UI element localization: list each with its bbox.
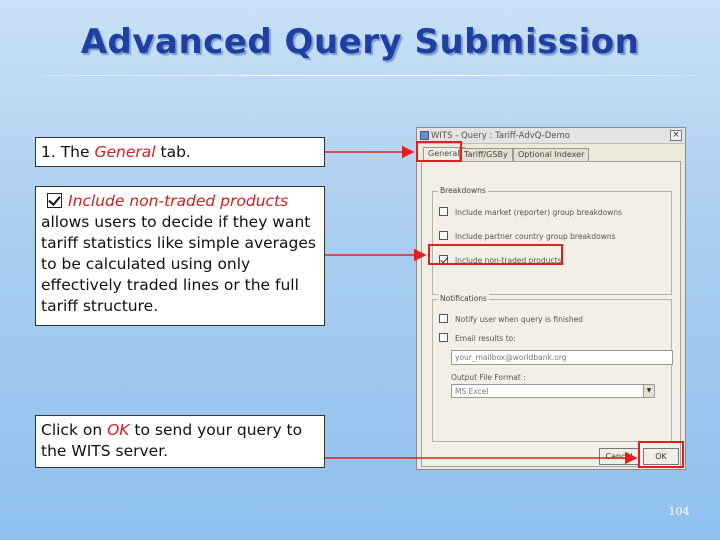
slide-title: Advanced Query Submission xyxy=(80,22,640,62)
callout-general-emphasis: General xyxy=(94,143,156,161)
callout-non-traded-heading: Include non-traded products xyxy=(41,191,319,212)
checkbox[interactable] xyxy=(439,333,448,342)
checkbox[interactable] xyxy=(439,207,448,216)
chevron-down-icon[interactable]: ▼ xyxy=(643,385,654,397)
page-number: 104 xyxy=(668,505,690,518)
output-format-label: Output File Format : xyxy=(451,373,526,382)
output-format-select[interactable]: MS Excel ▼ xyxy=(451,384,655,398)
callout-general-suffix: tab. xyxy=(155,143,191,161)
highlight-general-tab xyxy=(416,141,462,162)
option-label: Email results to: xyxy=(455,334,516,343)
callout-ok: Click on OK to send your query to the WI… xyxy=(35,415,325,468)
option-label: Include partner country group breakdowns xyxy=(455,232,616,241)
breakdowns-label: Breakdowns xyxy=(438,186,488,195)
highlight-ok-button xyxy=(638,441,684,468)
email-field[interactable]: your_mailbox@worldbank.org xyxy=(451,350,673,365)
option-market-group[interactable]: Include market (reporter) group breakdow… xyxy=(439,207,622,217)
callout-non-traded-body: allows users to decide if they want tari… xyxy=(41,213,316,315)
dialog-title: WITS - Query : Tariff-AdvQ-Demo xyxy=(431,131,570,141)
callout-general-tab: 1. The General tab. xyxy=(35,137,325,167)
output-format-value: MS Excel xyxy=(455,387,489,396)
breakdowns-group: Breakdowns Include market (reporter) gro… xyxy=(432,186,672,295)
tab-tariff[interactable]: Tariff/GSBy xyxy=(459,148,513,162)
callout-ok-prefix: Click on xyxy=(41,421,108,439)
option-label: Notify user when query is finished xyxy=(455,315,583,324)
option-email[interactable]: Email results to: xyxy=(439,333,516,343)
notifications-group: Notifications Notify user when query is … xyxy=(432,294,673,442)
title-divider xyxy=(40,75,695,76)
option-label: Include market (reporter) group breakdow… xyxy=(455,208,623,217)
checkbox[interactable] xyxy=(439,231,448,240)
close-button[interactable]: × xyxy=(670,130,682,141)
option-notify[interactable]: Notify user when query is finished xyxy=(439,314,583,324)
checkbox-icon xyxy=(47,193,62,208)
notifications-label: Notifications xyxy=(438,294,489,303)
callout-general-prefix: 1. The xyxy=(41,143,95,161)
cancel-button[interactable]: Cancel xyxy=(599,448,639,465)
callout-non-traded: Include non-traded products allows users… xyxy=(35,186,325,326)
checkbox[interactable] xyxy=(439,314,448,323)
option-partner-group[interactable]: Include partner country group breakdowns xyxy=(439,231,616,241)
callout-ok-emphasis: OK xyxy=(107,421,130,439)
tab-optional-indexer[interactable]: Optional Indexer xyxy=(513,148,590,162)
highlight-non-traded-option xyxy=(428,244,563,265)
query-dialog: WITS - Query : Tariff-AdvQ-Demo × Genera… xyxy=(416,127,686,470)
app-icon xyxy=(420,131,429,140)
general-tab-panel: Breakdowns Include market (reporter) gro… xyxy=(421,161,681,467)
callout-non-traded-emphasis: Include non-traded products xyxy=(68,192,289,210)
